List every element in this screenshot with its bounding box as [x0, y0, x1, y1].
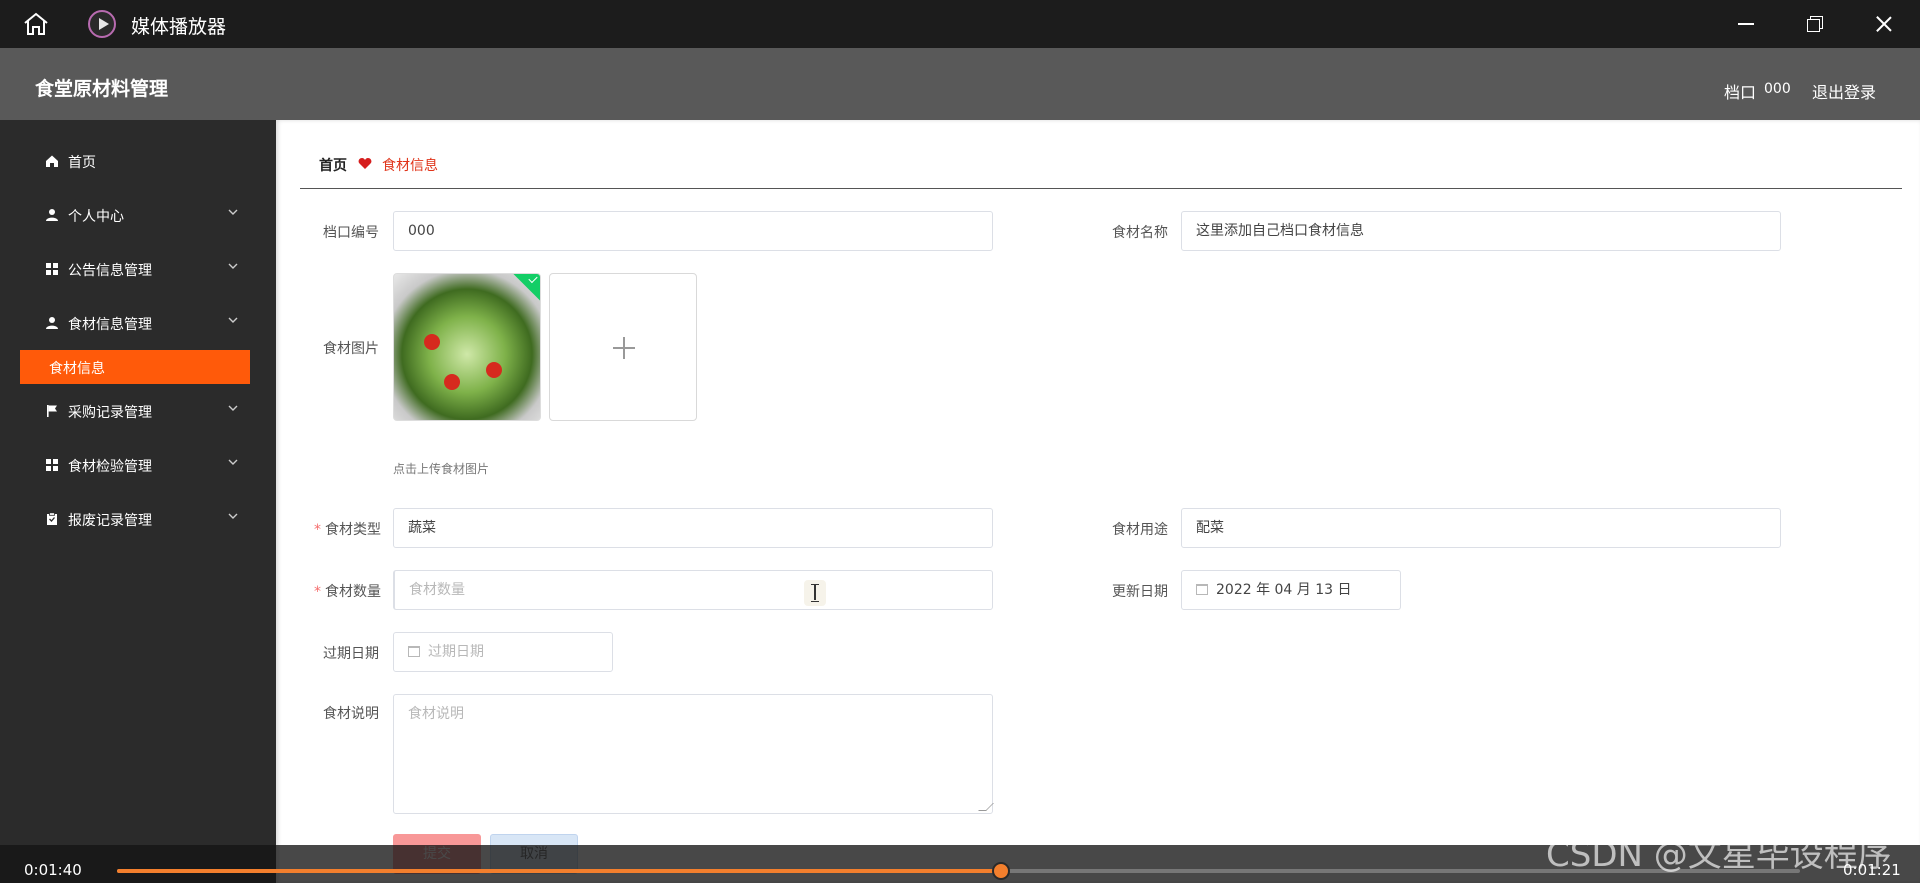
chevron-down-icon [228, 317, 238, 323]
ingredient-quantity-input[interactable]: 食材数量 [393, 570, 993, 610]
logout-link[interactable]: 退出登录 [1812, 79, 1876, 103]
sidebar-item-scrap-records[interactable]: 报废记录管理 [0, 499, 276, 539]
clipboard-icon [47, 512, 57, 525]
expire-date-picker[interactable]: 过期日期 [393, 632, 613, 672]
sidebar: 首页 个人中心 公告信息管理 食材信息管理 食材信息 采购记录管理 食材检验管理… [0, 120, 276, 883]
chevron-down-icon [228, 405, 238, 411]
sidebar-item-announcements[interactable]: 公告信息管理 [0, 249, 276, 289]
app-title: 食堂原材料管理 [35, 78, 169, 100]
resize-handle[interactable] [978, 803, 994, 811]
ingredient-name-input[interactable]: 这里添加自己档口食材信息 [1181, 211, 1781, 251]
stall-code: 000 [1764, 81, 1791, 97]
minimize-button[interactable] [1732, 10, 1760, 38]
close-button[interactable] [1870, 10, 1898, 38]
calendar-icon [1196, 584, 1208, 595]
watermark: CSDN @文星毕设程序 [1546, 835, 1892, 875]
seek-bar-progress [117, 869, 1001, 873]
media-player-logo-icon [88, 10, 116, 38]
ingredient-usage-label: 食材用途 [1112, 522, 1168, 538]
sidebar-item-label: 采购记录管理 [68, 405, 152, 421]
update-date-picker[interactable]: 2022 年 04 月 13 日 [1181, 570, 1401, 610]
grid-icon [46, 459, 58, 471]
breadcrumb-divider [300, 188, 1902, 189]
expire-date-label: 过期日期 [323, 646, 379, 662]
image-upload-button[interactable] [549, 273, 697, 421]
update-date-label: 更新日期 [1112, 584, 1168, 600]
player-title: 媒体播放器 [131, 16, 227, 38]
description-label: 食材说明 [323, 706, 379, 722]
ingredient-image-label: 食材图片 [323, 341, 379, 357]
ingredient-type-label: * 食材类型 [314, 522, 381, 538]
sidebar-item-inspection[interactable]: 食材检验管理 [0, 445, 276, 485]
ingredient-image-thumbnail[interactable] [393, 273, 541, 421]
sidebar-subitem-ingredient-info[interactable]: 食材信息 [20, 350, 250, 384]
sidebar-item-label: 食材信息管理 [68, 317, 152, 333]
breadcrumb-current: 食材信息 [382, 158, 438, 174]
sidebar-item-home[interactable]: 首页 [0, 141, 276, 181]
sidebar-item-ingredient-management[interactable]: 食材信息管理 [0, 303, 276, 343]
calendar-icon [408, 646, 420, 657]
user-icon [46, 317, 58, 329]
main-content: 首页 食材信息 档口编号 000 食材名称 这里添加自己档口食材信息 食材图片 … [276, 120, 1920, 883]
chevron-down-icon [228, 459, 238, 465]
home-icon[interactable] [22, 11, 50, 37]
restore-button[interactable] [1802, 10, 1830, 38]
app-header: 食堂原材料管理 档口 000 退出登录 [0, 48, 1920, 120]
grid-icon [46, 263, 58, 275]
ingredient-name-label: 食材名称 [1112, 225, 1168, 241]
sidebar-item-label: 报废记录管理 [68, 513, 152, 529]
user-icon [46, 209, 58, 221]
stall-no-label: 档口编号 [323, 225, 379, 241]
heart-icon [358, 158, 372, 169]
sidebar-item-label: 公告信息管理 [68, 263, 152, 279]
player-title-bar: 媒体播放器 [0, 0, 1920, 48]
chevron-down-icon [228, 209, 238, 215]
flag-icon [47, 405, 57, 417]
sidebar-item-label: 个人中心 [68, 209, 124, 225]
ingredient-type-input[interactable]: 蔬菜 [393, 508, 993, 548]
seek-bar-handle[interactable] [991, 862, 1010, 880]
chevron-down-icon [228, 513, 238, 519]
sidebar-item-purchase-records[interactable]: 采购记录管理 [0, 391, 276, 431]
sidebar-subitem-label: 食材信息 [49, 361, 105, 377]
description-textarea[interactable]: 食材说明 [393, 694, 994, 814]
stall-label: 档口 [1724, 83, 1757, 102]
upload-tip: 点击上传食材图片 [393, 462, 490, 476]
ingredient-usage-input[interactable]: 配菜 [1181, 508, 1781, 548]
chevron-down-icon [228, 263, 238, 269]
sidebar-item-label: 首页 [68, 155, 96, 171]
text-cursor-icon [804, 580, 826, 606]
breadcrumb-home[interactable]: 首页 [319, 155, 347, 175]
home-icon [46, 155, 58, 167]
ingredient-quantity-label: * 食材数量 [314, 584, 381, 600]
current-time: 0:01:40 [24, 861, 82, 879]
stall-no-input[interactable]: 000 [393, 211, 993, 251]
sidebar-item-personal-center[interactable]: 个人中心 [0, 195, 276, 235]
sidebar-item-label: 食材检验管理 [68, 459, 152, 475]
